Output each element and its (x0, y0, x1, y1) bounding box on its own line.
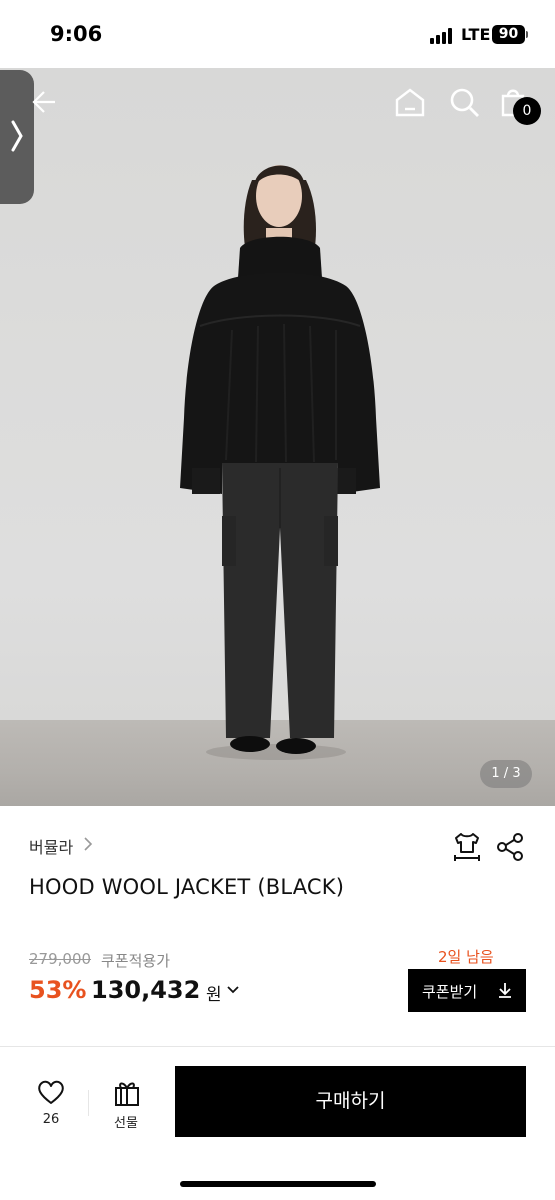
sale-price: 130,432 (91, 976, 201, 1004)
bottom-divider (88, 1090, 89, 1116)
coupon-button-label: 쿠폰받기 (422, 983, 478, 1001)
download-icon (499, 983, 511, 998)
side-drawer-tab[interactable] (0, 70, 34, 204)
product-title: HOOD WOOL JACKET (BLACK) (29, 875, 345, 899)
share-icon[interactable] (496, 832, 524, 862)
heart-icon[interactable] (37, 1079, 65, 1105)
coupon-price-label: 쿠폰적용가 (101, 952, 171, 970)
buy-button[interactable]: 구매하기 (175, 1066, 526, 1137)
chevron-down-icon[interactable] (226, 985, 240, 995)
signal-icon (430, 28, 456, 44)
cart-count-badge: 0 (513, 97, 541, 125)
like-count: 26 (42, 1112, 60, 1127)
size-guide-icon[interactable] (452, 831, 482, 863)
chevron-right-icon (11, 120, 23, 152)
image-page-indicator: 1 / 3 (480, 760, 532, 788)
brand-link[interactable]: 버뮬라 (29, 834, 73, 858)
product-image[interactable] (0, 68, 555, 806)
status-bar: 9:06 LTE 90 (0, 0, 555, 68)
get-coupon-button[interactable]: 쿠폰받기 (408, 969, 526, 1012)
original-price: 279,000 (29, 950, 92, 968)
home-indicator (180, 1181, 376, 1187)
gift-icon[interactable] (113, 1079, 141, 1107)
network-label: LTE (461, 25, 491, 44)
gift-label[interactable]: 선물 (96, 1112, 156, 1131)
battery-icon: 90 (492, 25, 525, 44)
home-icon[interactable] (394, 87, 426, 117)
search-icon[interactable] (449, 87, 481, 119)
divider (0, 1046, 555, 1047)
back-arrow-icon[interactable] (31, 88, 57, 116)
coupon-days-left: 2일 남음 (438, 948, 494, 966)
currency-label: 원 (206, 985, 222, 1005)
chevron-right-icon[interactable] (82, 836, 94, 852)
model-figure (180, 165, 380, 760)
discount-rate: 53% (29, 976, 87, 1004)
status-time: 9:06 (50, 22, 103, 46)
